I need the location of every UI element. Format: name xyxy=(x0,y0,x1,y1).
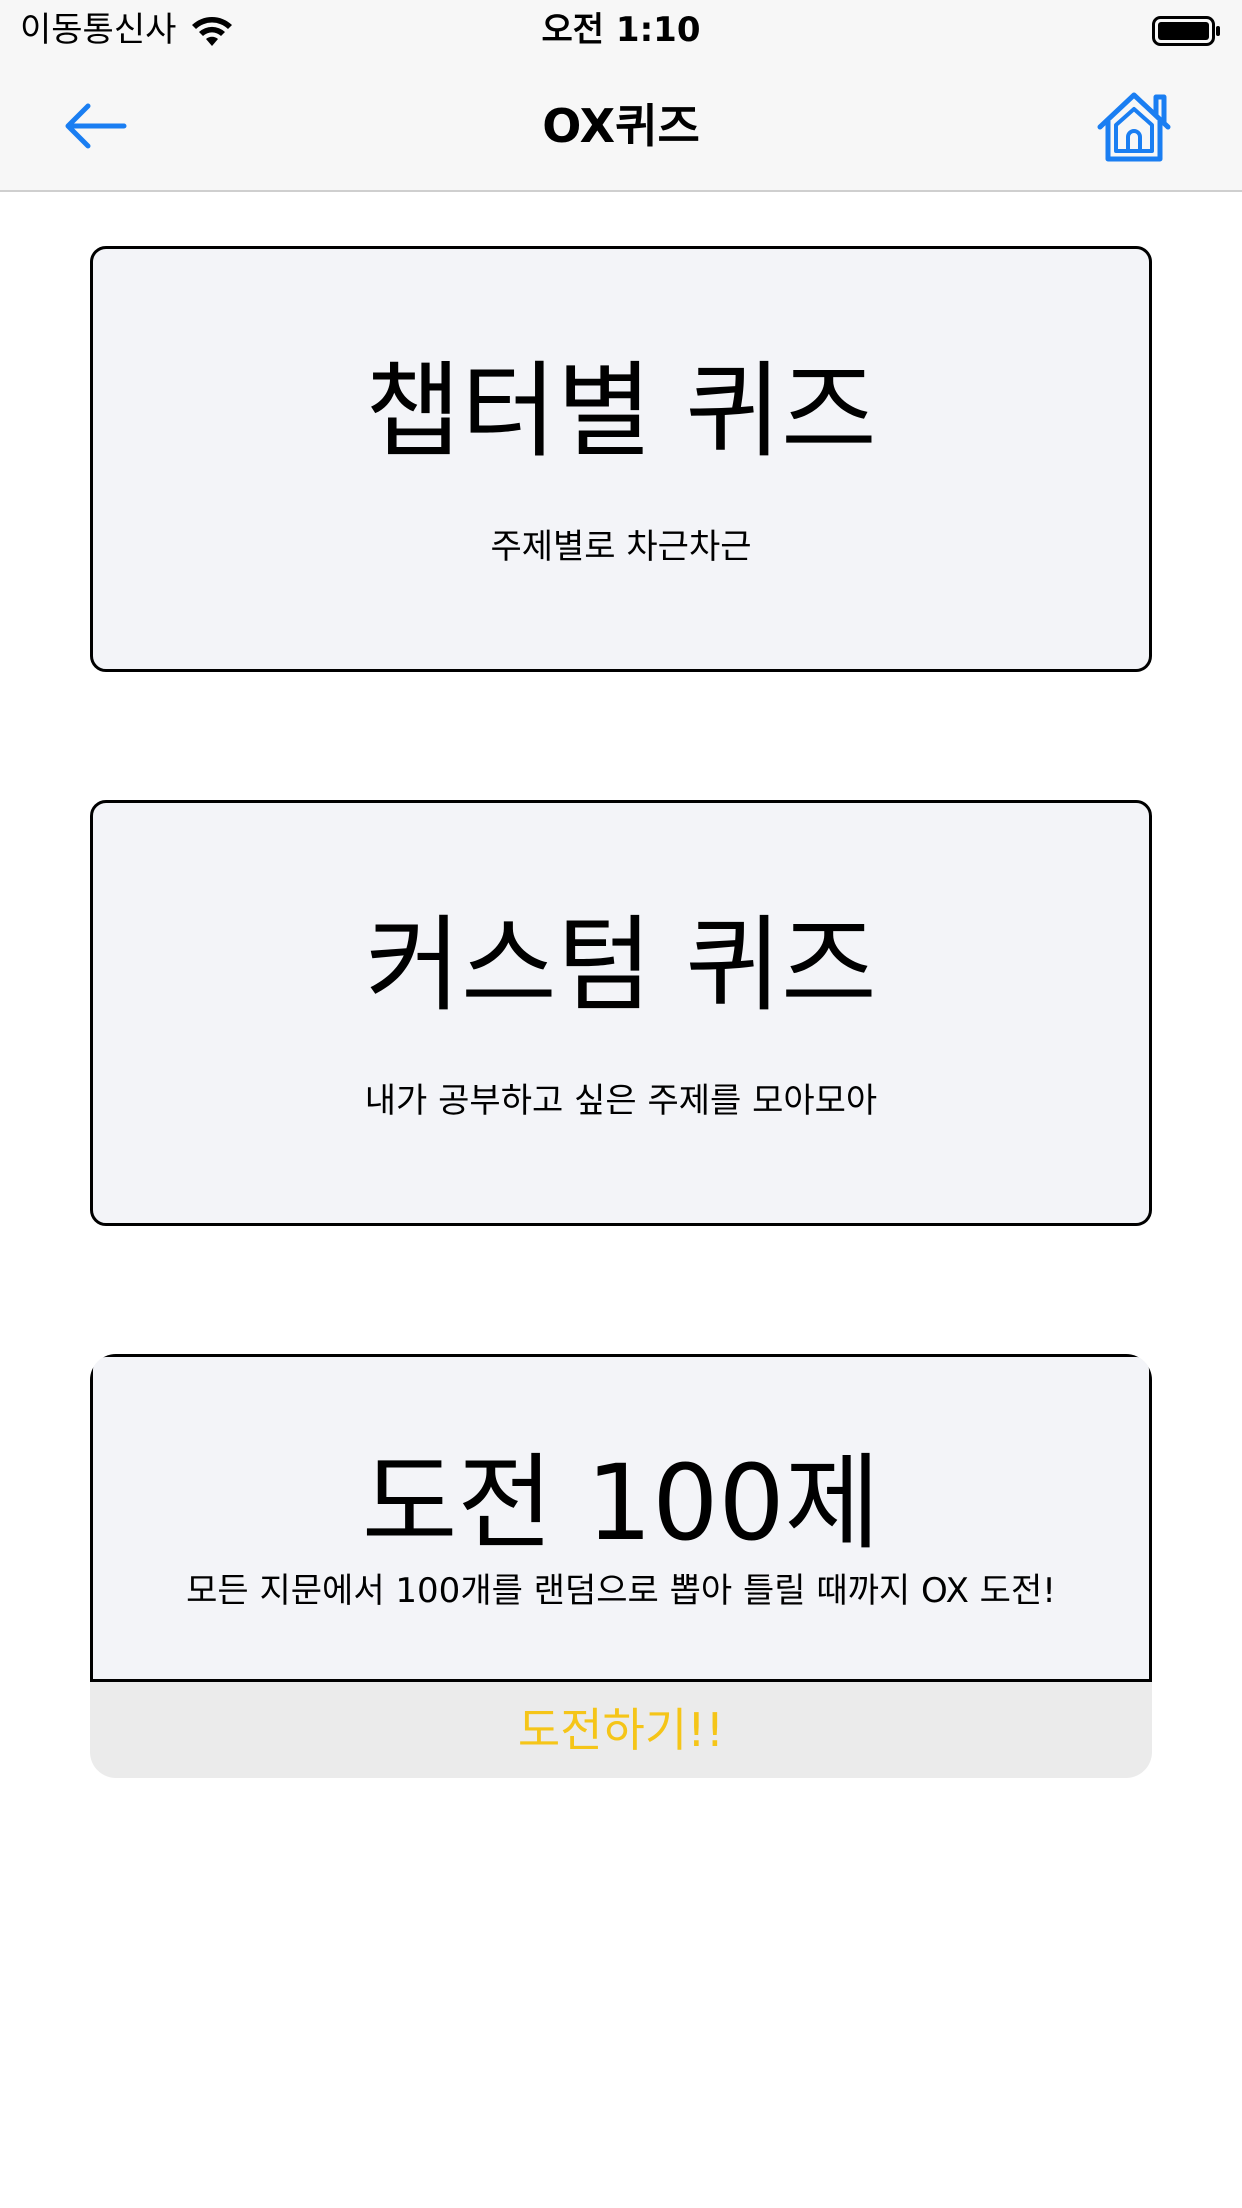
custom-quiz-title: 커스텀 퀴즈 xyxy=(365,904,877,1026)
back-button[interactable] xyxy=(60,95,130,157)
challenge-100-panel: 도전 100제 모든 지문에서 100개를 랜덤으로 뽑아 틀릴 때까지 OX … xyxy=(90,1354,1152,1682)
chapter-quiz-title: 챕터별 퀴즈 xyxy=(365,350,877,472)
home-button[interactable] xyxy=(1092,87,1176,167)
home-icon xyxy=(1097,92,1171,162)
wifi-icon xyxy=(192,17,232,46)
custom-quiz-card[interactable]: 커스텀 퀴즈 내가 공부하고 싶은 주제를 모아모아 xyxy=(90,800,1152,1226)
page-title: OX퀴즈 xyxy=(542,99,700,153)
arrow-left-icon xyxy=(65,103,127,149)
nav-bar: OX퀴즈 xyxy=(0,61,1242,192)
battery-icon xyxy=(1152,16,1220,46)
challenge-100-title: 도전 100제 xyxy=(361,1442,881,1564)
screen: 이동통신사 오전 1:10 OX퀴즈 챕터별 퀴즈 주제별로 차근차근 커스텀 … xyxy=(0,0,1242,2208)
challenge-100-subtitle: 모든 지문에서 100개를 랜덤으로 뽑아 틀릴 때까지 OX 도전! xyxy=(186,1571,1056,1611)
chapter-quiz-subtitle: 주제별로 차근차근 xyxy=(490,527,752,567)
status-bar: 이동통신사 오전 1:10 xyxy=(0,0,1242,61)
challenge-100-card: 도전 100제 모든 지문에서 100개를 랜덤으로 뽑아 틀릴 때까지 OX … xyxy=(90,1354,1152,1778)
chapter-quiz-card[interactable]: 챕터별 퀴즈 주제별로 차근차근 xyxy=(90,246,1152,672)
custom-quiz-subtitle: 내가 공부하고 싶은 주제를 모아모아 xyxy=(364,1081,878,1121)
clock: 오전 1:10 xyxy=(541,10,701,50)
carrier-label: 이동통신사 xyxy=(20,10,177,50)
start-challenge-button[interactable]: 도전하기!! xyxy=(90,1682,1152,1778)
